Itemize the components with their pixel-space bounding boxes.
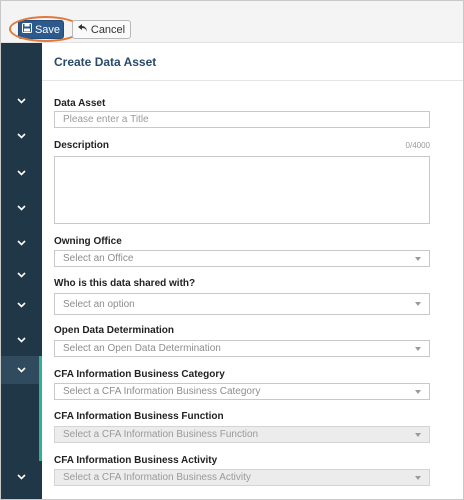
- data-asset-input[interactable]: Please enter a Title: [54, 111, 430, 128]
- description-label: Description: [54, 140, 110, 151]
- undo-arrow-icon: [77, 23, 88, 36]
- cancel-button[interactable]: Cancel: [72, 20, 131, 39]
- save-button[interactable]: Save: [18, 20, 64, 39]
- sidebar: [1, 43, 42, 499]
- shared-with-placeholder: Select an option: [63, 298, 135, 310]
- sidebar-toggle-9[interactable]: [1, 360, 42, 380]
- cancel-label: Cancel: [90, 23, 126, 36]
- caret-down-icon: [415, 475, 421, 480]
- open-data-label: Open Data Determination: [54, 325, 175, 336]
- sidebar-toggle-7[interactable]: [1, 295, 42, 315]
- sidebar-toggle-1[interactable]: [1, 91, 42, 111]
- shared-with-label: Who is this data shared with?: [54, 278, 196, 289]
- title-divider: [42, 80, 463, 81]
- business-category-label: CFA Information Business Category: [54, 369, 225, 380]
- sidebar-toggle-6[interactable]: [1, 265, 42, 285]
- sidebar-toggle-2[interactable]: [1, 126, 42, 146]
- page-title: Create Data Asset: [54, 55, 157, 69]
- business-function-select[interactable]: Select a CFA Information Business Functi…: [54, 426, 430, 443]
- caret-down-icon: [415, 346, 421, 351]
- chevron-down-icon: [17, 302, 26, 308]
- business-function-label: CFA Information Business Function: [54, 411, 224, 422]
- owning-office-placeholder: Select an Office: [63, 253, 134, 264]
- form-panel: Create Data Asset Data Asset Please ente…: [42, 43, 463, 499]
- chevron-down-icon: [17, 367, 26, 373]
- chevron-down-icon: [17, 272, 26, 278]
- save-label: Save: [34, 23, 61, 36]
- chevron-down-icon: [17, 337, 26, 343]
- sidebar-toggle-5[interactable]: [1, 233, 42, 253]
- chevron-down-icon: [17, 474, 26, 480]
- open-data-placeholder: Select an Open Data Determination: [63, 343, 221, 354]
- caret-down-icon: [415, 302, 421, 306]
- data-asset-label: Data Asset: [54, 98, 106, 109]
- caret-down-icon: [415, 256, 421, 261]
- business-function-placeholder: Select a CFA Information Business Functi…: [63, 429, 259, 440]
- page-frame: Save Cancel Create Data Asset Data Asset…: [0, 0, 464, 500]
- chevron-down-icon: [17, 98, 26, 104]
- sidebar-toggle-3[interactable]: [1, 163, 42, 183]
- chevron-down-icon: [17, 133, 26, 139]
- chevron-down-icon: [17, 240, 26, 246]
- business-activity-select[interactable]: Select a CFA Information Business Activi…: [54, 469, 430, 486]
- shared-with-select[interactable]: Select an option: [54, 293, 430, 315]
- caret-down-icon: [415, 432, 421, 437]
- floppy-disk-icon: [21, 23, 32, 36]
- description-textarea[interactable]: [54, 156, 430, 224]
- chevron-down-icon: [17, 170, 26, 176]
- caret-down-icon: [415, 389, 421, 394]
- sidebar-toggle-8[interactable]: [1, 330, 42, 350]
- sidebar-toggle-4[interactable]: [1, 198, 42, 218]
- business-activity-label: CFA Information Business Activity: [54, 455, 218, 466]
- business-activity-placeholder: Select a CFA Information Business Activi…: [63, 472, 251, 483]
- owning-office-label: Owning Office: [54, 236, 122, 247]
- data-asset-placeholder: Please enter a Title: [63, 114, 149, 125]
- description-counter: 0/4000: [405, 141, 430, 150]
- sidebar-toggle-10[interactable]: [1, 467, 42, 487]
- toolbar: Save Cancel: [1, 1, 463, 43]
- owning-office-select[interactable]: Select an Office: [54, 250, 430, 267]
- business-category-placeholder: Select a CFA Information Business Catego…: [63, 386, 261, 397]
- business-category-select[interactable]: Select a CFA Information Business Catego…: [54, 383, 430, 400]
- chevron-down-icon: [17, 205, 26, 211]
- open-data-select[interactable]: Select an Open Data Determination: [54, 340, 430, 357]
